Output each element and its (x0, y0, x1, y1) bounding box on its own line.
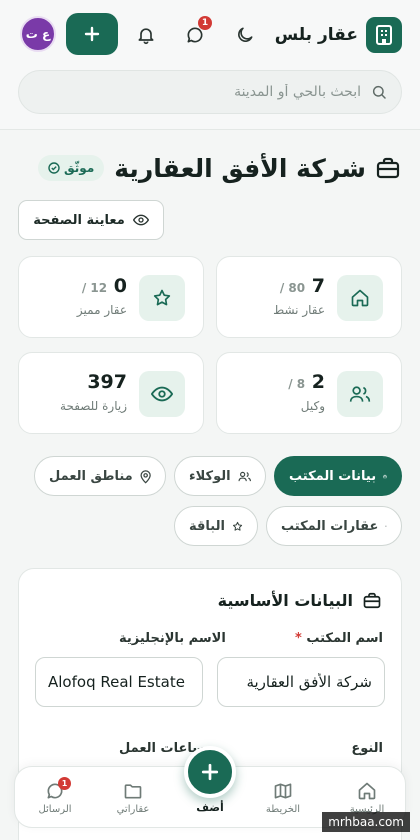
folder-icon (124, 784, 142, 799)
notifications-button[interactable] (131, 20, 161, 50)
bell-icon (138, 28, 154, 45)
stat-label: عقار نشط (273, 303, 325, 317)
nav-home[interactable]: الرئيسية (337, 781, 397, 815)
users-icon (238, 471, 251, 481)
briefcase-icon (376, 157, 400, 179)
nav-add-label: أضف (196, 801, 224, 814)
watermark: mrhbaa.com (322, 812, 410, 832)
preview-page-button[interactable]: معاينة الصفحة (18, 200, 164, 240)
stat-value: 397 (87, 371, 127, 393)
plus-icon (201, 763, 219, 781)
stat-label: عقار مميز (76, 303, 127, 317)
nav-label: الخريطة (265, 804, 301, 815)
page-header: شركة الأفق العقارية موثّق (20, 150, 400, 186)
stat-card-active-listings: / 80 7 عقار نشط (216, 256, 402, 338)
add-listing-button[interactable] (66, 13, 118, 55)
tab-label: بيانات المكتب (289, 468, 377, 484)
eye-icon (139, 371, 185, 417)
stat-value: / 80 7 (279, 275, 325, 297)
messages-button[interactable]: 1 (180, 16, 212, 50)
messages-badge: 1 (198, 16, 212, 30)
dark-mode-toggle[interactable] (230, 20, 260, 50)
office-name-field[interactable] (217, 657, 385, 707)
section-title: البيانات الأساسية (218, 591, 381, 610)
stat-total: / 80 (279, 281, 306, 295)
english-name-field[interactable] (35, 657, 203, 707)
check-circle-icon (48, 162, 60, 174)
users-icon (337, 371, 383, 417)
brand[interactable]: عقار بلس (275, 16, 402, 54)
nav-my-properties[interactable]: عقاراتي (103, 781, 163, 815)
english-name-label: الاسم بالإنجليزية (119, 631, 226, 646)
nav-label: عقاراتي (116, 804, 150, 815)
stat-value: / 12 0 (81, 275, 127, 297)
star-icon (139, 275, 185, 321)
search-input[interactable] (33, 71, 361, 113)
moon-icon (238, 27, 253, 42)
search-icon (372, 85, 386, 99)
nav-messages[interactable]: 1 الرسائل (25, 777, 85, 815)
search-bar[interactable] (18, 70, 402, 114)
building-icon (366, 17, 402, 53)
map-icon (274, 783, 292, 799)
star-icon (232, 521, 243, 531)
stat-value: / 8 2 (288, 371, 325, 393)
nav-map[interactable]: الخريطة (253, 781, 313, 815)
stat-label: زيارة للصفحة (60, 399, 127, 413)
tab-label: الباقة (189, 518, 225, 534)
tab-office-properties[interactable]: عقارات المكتب (266, 506, 402, 546)
map-pin-icon (140, 469, 151, 484)
nav-add-button[interactable] (184, 746, 236, 798)
tab-agents[interactable]: الوكلاء (174, 456, 266, 496)
briefcase-icon (363, 592, 381, 609)
section-title-text: البيانات الأساسية (217, 591, 353, 610)
verified-label: موثّق (63, 161, 95, 175)
tab-label: عقارات المكتب (281, 518, 379, 534)
office-name-label: اسم المكتب * (295, 631, 383, 646)
eye-icon (132, 214, 149, 226)
stat-label: وكيل (300, 399, 325, 413)
preview-label: معاينة الصفحة (33, 212, 125, 228)
tab-work-areas[interactable]: مناطق العمل (34, 456, 166, 496)
nav-label: الرسائل (38, 804, 72, 815)
stat-card-page-visits: 397 زيارة للصفحة (18, 352, 204, 434)
tab-label: الوكلاء (189, 468, 231, 484)
tab-office-info[interactable]: بيانات المكتب (274, 456, 402, 496)
briefcase-icon (383, 474, 387, 478)
app-name: عقار بلس (274, 25, 358, 45)
home-icon (358, 782, 376, 800)
stat-total: / 8 (288, 377, 306, 391)
plus-icon (84, 26, 100, 42)
home-icon (337, 275, 383, 321)
tab-label: مناطق العمل (49, 468, 133, 484)
type-label: النوع (351, 741, 383, 756)
verified-badge: موثّق (37, 155, 105, 181)
stat-card-featured-listings: / 12 0 عقار مميز (18, 256, 204, 338)
home-icon (385, 525, 387, 527)
top-bar: عقار بلس 1 ع ت (0, 0, 420, 130)
stat-total: / 12 (81, 281, 108, 295)
stat-card-agents: / 8 2 وكيل (216, 352, 402, 434)
avatar[interactable]: ع ت (20, 16, 56, 52)
page-title: شركة الأفق العقارية (114, 153, 366, 183)
tab-package[interactable]: الباقة (174, 506, 258, 546)
messages-nav-badge: 1 (58, 777, 71, 790)
